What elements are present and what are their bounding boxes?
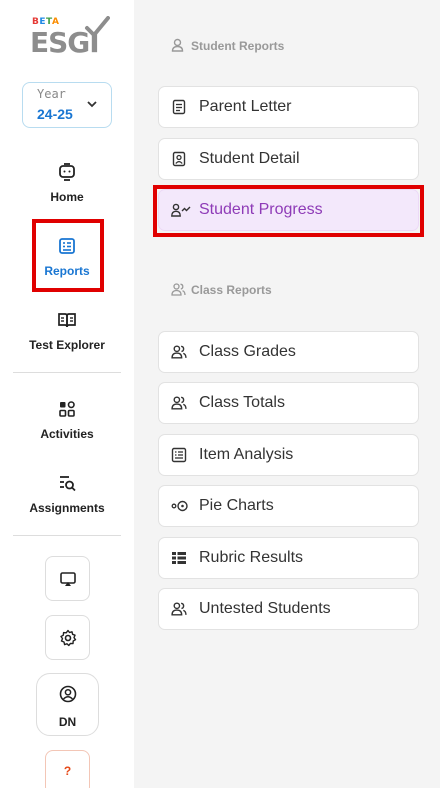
nav-home-label: Home (50, 190, 84, 204)
report-parent-letter[interactable]: Parent Letter (158, 86, 419, 128)
profile-button[interactable]: DN (36, 673, 99, 736)
report-label: Parent Letter (199, 98, 292, 115)
user-icon (171, 38, 184, 52)
nav-test-explorer-label: Test Explorer (29, 338, 105, 352)
cast-button[interactable] (45, 556, 90, 601)
report-pie-charts[interactable]: Pie Charts (158, 485, 419, 527)
pie-chart-icon (171, 500, 188, 512)
nav-test-explorer[interactable]: Test Explorer (0, 304, 134, 368)
profile-initials: DN (58, 715, 77, 729)
report-untested-students[interactable]: Untested Students (158, 588, 419, 630)
report-student-detail[interactable]: Student Detail (158, 138, 419, 180)
id-card-icon (172, 151, 186, 167)
report-class-grades[interactable]: Class Grades (158, 331, 419, 373)
list-report-icon (171, 447, 187, 463)
checkmark-icon (85, 16, 110, 37)
year-label: Year (37, 87, 66, 101)
table-icon (172, 552, 186, 564)
users-icon (171, 345, 187, 359)
sidebar-divider (13, 535, 121, 536)
users-icon (171, 396, 187, 410)
nav-activities[interactable]: Activities (0, 393, 134, 457)
report-class-totals[interactable]: Class Totals (158, 382, 419, 424)
esgi-logo[interactable]: BETA ESGI (30, 14, 114, 60)
gear-icon (60, 629, 77, 647)
home-icon (59, 163, 75, 181)
report-label: Class Grades (199, 343, 296, 360)
document-icon (172, 99, 186, 115)
report-rubric-results[interactable]: Rubric Results (158, 537, 419, 579)
year-select[interactable]: Year 24-25 (22, 82, 112, 128)
report-item-analysis[interactable]: Item Analysis (158, 434, 419, 476)
settings-button[interactable] (45, 615, 90, 660)
chevron-down-icon (87, 99, 97, 111)
sidebar: BETA ESGI Year 24-25 Home Reports Test E… (0, 0, 134, 788)
assignments-search-icon (60, 476, 76, 492)
report-label: Item Analysis (199, 446, 294, 463)
nav-activities-label: Activities (40, 427, 94, 441)
report-label: Student Detail (199, 150, 300, 167)
help-label: ? (63, 764, 72, 778)
help-button[interactable]: ? (45, 750, 90, 788)
sidebar-divider (13, 372, 121, 373)
users-icon (171, 283, 186, 296)
nav-home[interactable]: Home (0, 156, 134, 220)
nav-assignments-label: Assignments (29, 501, 105, 515)
user-circle-icon (59, 685, 77, 703)
report-label: Pie Charts (199, 497, 274, 514)
nav-assignments[interactable]: Assignments (0, 467, 134, 531)
cast-icon (60, 572, 76, 586)
reports-highlight-box (32, 219, 104, 292)
year-value: 24-25 (37, 106, 73, 122)
report-label: Untested Students (199, 600, 331, 617)
student-progress-highlight-box (153, 185, 424, 237)
report-label: Rubric Results (199, 549, 304, 566)
report-label: Class Totals (199, 394, 285, 411)
users-icon (171, 602, 187, 616)
activities-grid-icon (59, 401, 75, 417)
book-icon (58, 313, 76, 328)
